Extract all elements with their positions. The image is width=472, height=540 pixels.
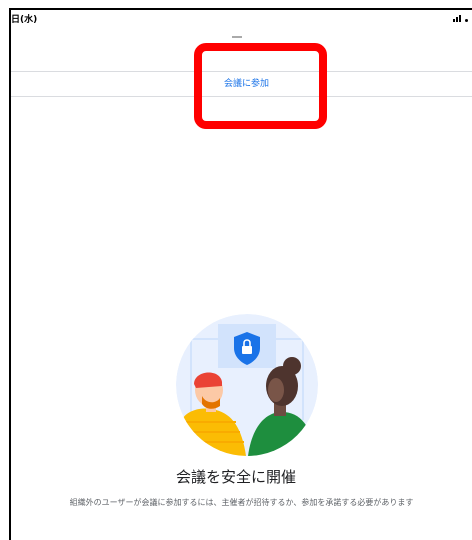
safe-meeting-illustration [176,314,318,456]
status-bar: 日(水) [0,10,472,30]
highlight-annotation [194,43,327,129]
signal-icon [453,15,468,22]
empty-state-title: 会議を安全に開催 [175,468,296,486]
meet-app-screen: 日(水) 会議に参加 会議を安全に開催 組織外のユーザーが会議に参加するには、主… [0,0,472,540]
battery-icon [465,19,468,22]
header-title-placeholder [232,36,242,38]
empty-state-description: 組織外のユーザーが会議に参加するには、主催者が招待するか、参加を承諾する必要があ… [69,498,414,507]
status-time: 日(水) [11,15,38,25]
